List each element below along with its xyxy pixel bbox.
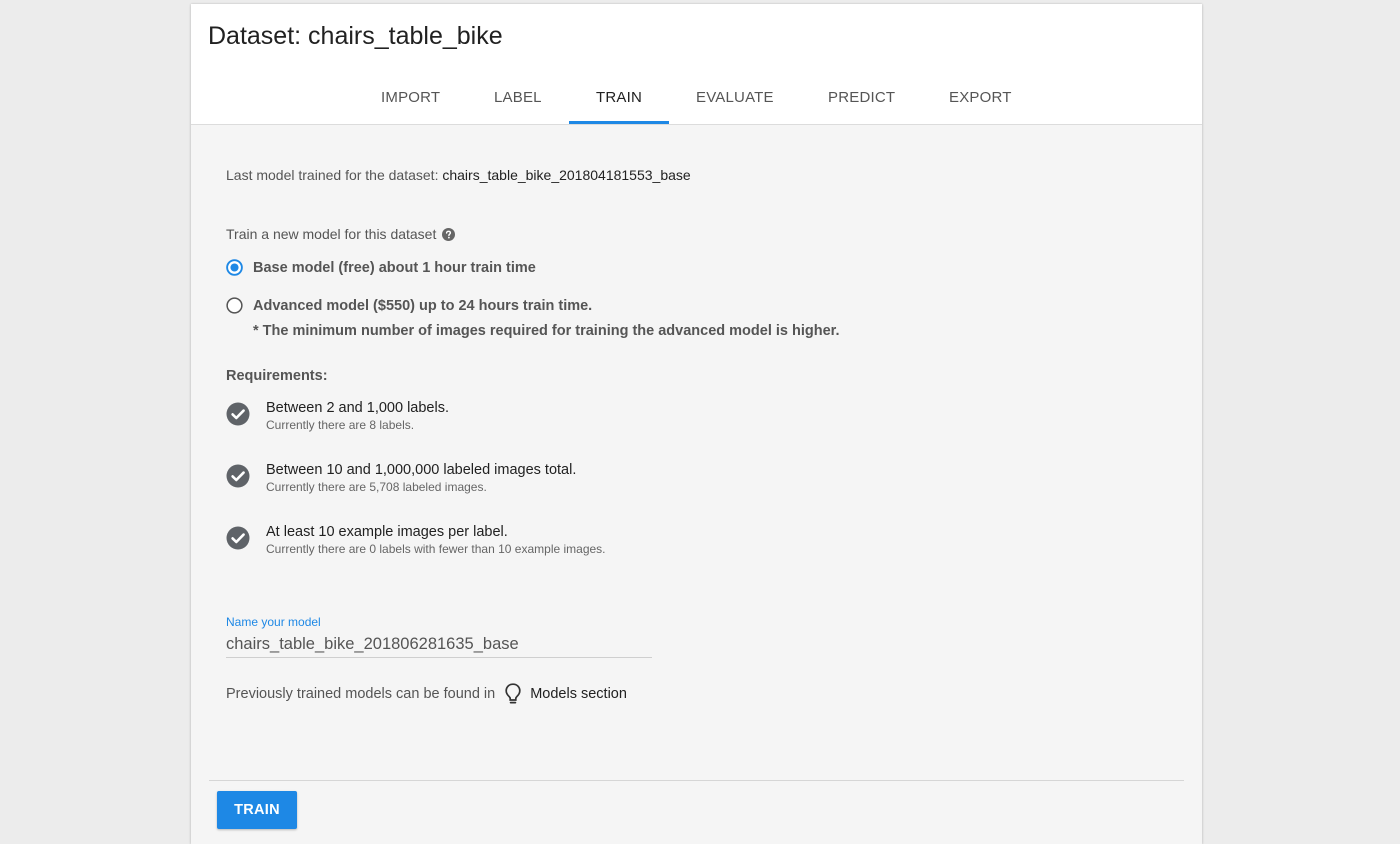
last-model-label: Last model trained for the dataset: — [226, 167, 439, 183]
help-circle-icon[interactable] — [442, 227, 456, 241]
lightbulb-icon — [505, 683, 521, 704]
check-circle-icon — [226, 526, 250, 550]
advanced-model-label: Advanced model ($550) up to 24 hours tra… — [253, 297, 593, 314]
tab-import[interactable]: IMPORT — [381, 79, 440, 124]
active-tab-indicator — [569, 121, 669, 124]
models-section-link[interactable]: Models section — [530, 686, 627, 702]
train-new-label: Train a new model for this dataset — [226, 226, 437, 242]
tab-predict[interactable]: PREDICT — [828, 79, 895, 124]
model-name-input[interactable] — [226, 631, 652, 658]
tab-label[interactable]: LABEL — [494, 79, 542, 124]
advanced-model-option[interactable]: Advanced model ($550) up to 24 hours tra… — [226, 297, 592, 314]
requirement-detail: Currently there are 0 labels with fewer … — [266, 542, 606, 556]
last-model-info: Last model trained for the dataset: chai… — [226, 167, 691, 183]
tab-evaluate[interactable]: EVALUATE — [696, 79, 774, 124]
check-circle-icon — [226, 402, 250, 426]
dataset-card: Dataset: chairs_table_bike IMPORT LABEL … — [191, 4, 1202, 844]
radio-selected[interactable] — [226, 259, 243, 276]
tab-train[interactable]: TRAIN — [596, 79, 642, 124]
requirement-title: At least 10 example images per label. — [266, 524, 508, 540]
train-new-heading: Train a new model for this dataset — [226, 226, 456, 242]
tab-bar: IMPORT LABEL TRAIN EVALUATE PREDICT EXPO… — [191, 79, 1202, 124]
requirement-item: At least 10 example images per label. Cu… — [226, 524, 606, 557]
requirement-item: Between 2 and 1,000 labels. Currently th… — [226, 400, 449, 433]
requirement-title: Between 10 and 1,000,000 labeled images … — [266, 462, 577, 478]
requirement-detail: Currently there are 5,708 labeled images… — [266, 480, 487, 494]
header: Dataset: chairs_table_bike IMPORT LABEL … — [191, 4, 1202, 125]
model-name-label: Name your model — [226, 615, 321, 629]
train-button[interactable]: TRAIN — [217, 791, 297, 829]
last-model-value: chairs_table_bike_201804181553_base — [442, 167, 691, 183]
base-model-option[interactable]: Base model (free) about 1 hour train tim… — [226, 259, 536, 276]
base-model-label: Base model (free) about 1 hour train tim… — [253, 259, 536, 276]
previous-models-info: Previously trained models can be found i… — [226, 682, 627, 706]
radio-unselected[interactable] — [226, 297, 243, 314]
requirement-title: Between 2 and 1,000 labels. — [266, 400, 449, 416]
page-title: Dataset: chairs_table_bike — [208, 22, 503, 50]
requirements-heading: Requirements: — [226, 368, 328, 384]
previous-models-text: Previously trained models can be found i… — [226, 686, 496, 702]
check-circle-icon — [226, 464, 250, 488]
tab-export[interactable]: EXPORT — [949, 79, 1012, 124]
advanced-model-note: * The minimum number of images required … — [253, 323, 840, 339]
requirement-item: Between 10 and 1,000,000 labeled images … — [226, 462, 576, 495]
requirement-detail: Currently there are 8 labels. — [266, 418, 415, 432]
footer-divider — [209, 780, 1184, 781]
